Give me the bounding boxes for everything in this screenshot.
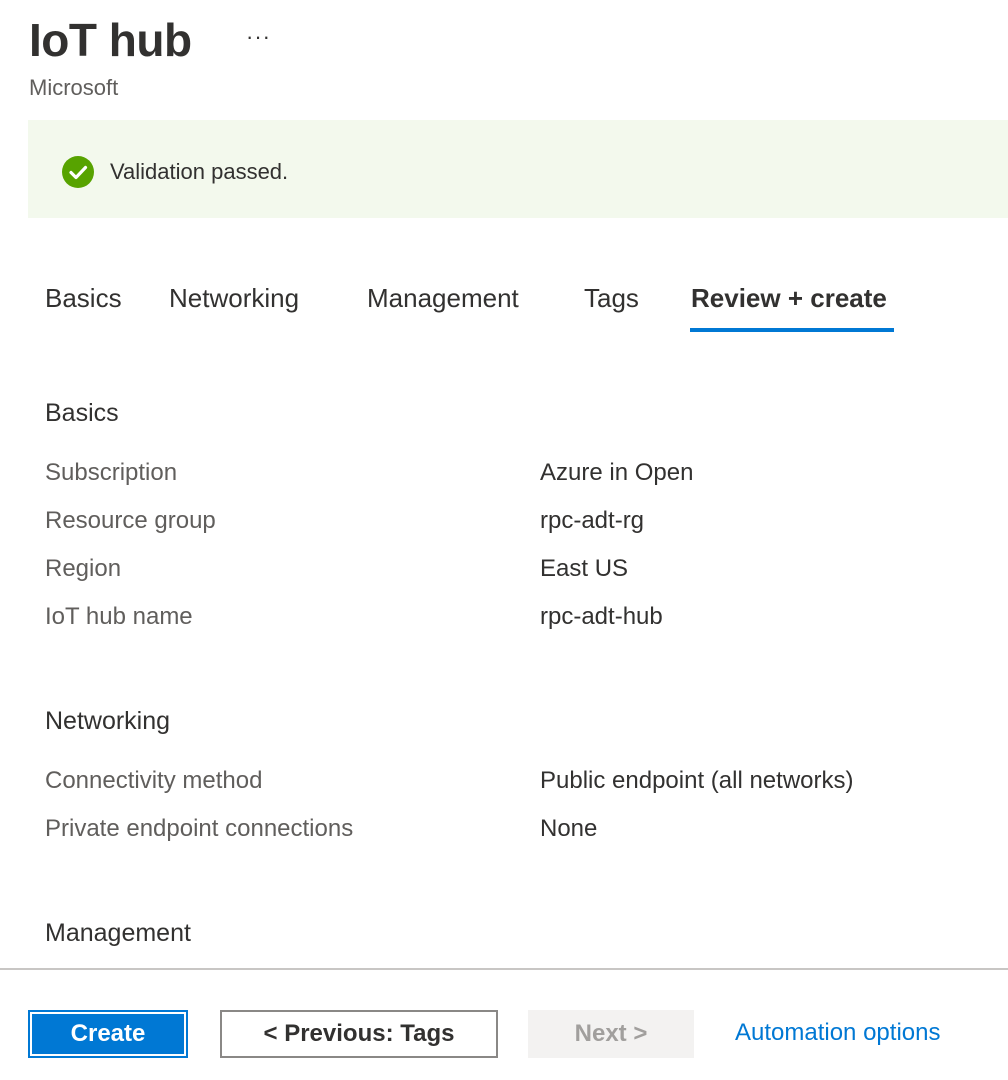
tab-tags[interactable]: Tags xyxy=(584,282,639,314)
row-value-subscription: Azure in Open xyxy=(540,459,694,486)
row-value-region: East US xyxy=(540,555,629,582)
row-label-resource-group: Resource group xyxy=(45,507,216,534)
automation-options-link[interactable]: Automation options xyxy=(735,1018,940,1048)
tab-review-create[interactable]: Review + create xyxy=(691,282,887,314)
row-label-iot-hub-name: IoT hub name xyxy=(45,603,193,630)
tab-management[interactable]: Management xyxy=(367,282,519,314)
row-value-iot-hub-name: rpc-adt-hub xyxy=(540,603,663,630)
row-label-private-endpoint-connections: Private endpoint connections xyxy=(45,815,354,842)
page-title: IoT hub xyxy=(29,14,192,66)
section-title-basics: Basics xyxy=(45,399,119,427)
section-title-networking: Networking xyxy=(45,707,171,735)
next-button[interactable]: Next > xyxy=(528,1010,694,1058)
previous-button[interactable]: < Previous: Tags xyxy=(220,1010,498,1058)
tab-bar: Basics Networking Management Tags Review… xyxy=(0,270,1008,334)
page: IoT hub ··· Microsoft Validation passed.… xyxy=(0,0,1008,1080)
row-label-connectivity-method: Connectivity method xyxy=(45,767,263,794)
tab-networking[interactable]: Networking xyxy=(169,282,299,314)
row-label-subscription: Subscription xyxy=(45,459,178,486)
row-value-resource-group: rpc-adt-rg xyxy=(540,507,645,534)
active-tab-indicator xyxy=(690,328,894,332)
create-button[interactable]: Create xyxy=(28,1010,188,1058)
row-value-connectivity-method: Public endpoint (all networks) xyxy=(540,767,854,794)
validation-message: Validation passed. xyxy=(110,159,289,184)
section-title-management: Management xyxy=(45,919,191,947)
more-options-button[interactable]: ··· xyxy=(246,22,271,52)
footer-divider xyxy=(0,968,1008,970)
check-circle-icon xyxy=(62,156,94,188)
validation-banner: Validation passed. xyxy=(28,120,1008,218)
row-value-private-endpoint-connections: None xyxy=(540,815,598,842)
tab-basics[interactable]: Basics xyxy=(45,282,122,314)
page-subtitle: Microsoft xyxy=(29,75,119,100)
row-label-region: Region xyxy=(45,555,122,582)
